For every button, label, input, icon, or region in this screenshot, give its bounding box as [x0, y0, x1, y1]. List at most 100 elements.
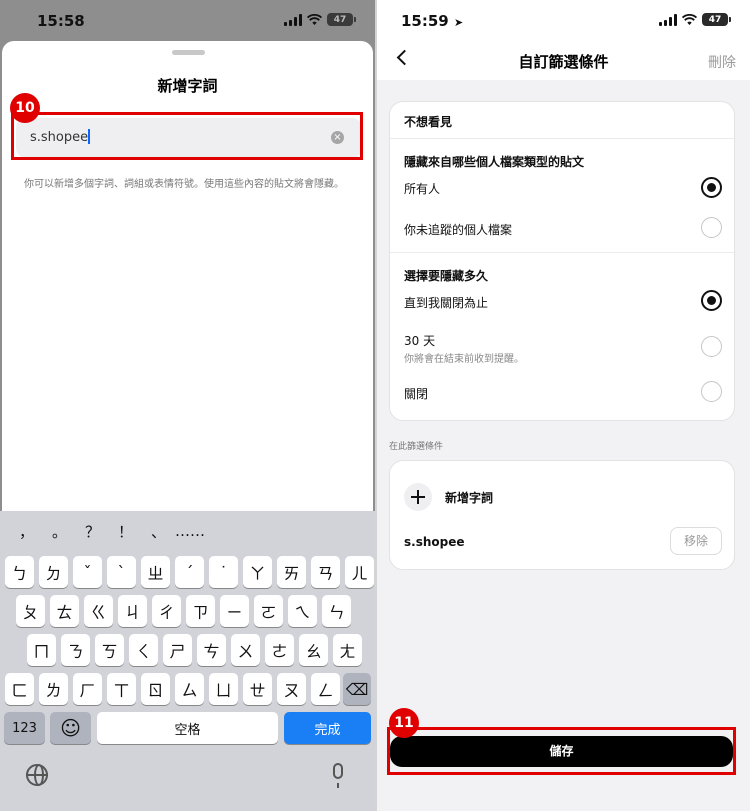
- battery-icon: 47: [702, 13, 731, 26]
- zhuyin-key[interactable]: ㄟ: [288, 595, 317, 627]
- zhuyin-key[interactable]: ㄅ: [5, 556, 34, 588]
- remove-word-button[interactable]: 移除: [670, 527, 722, 555]
- emoji-key[interactable]: ☺: [50, 712, 91, 744]
- zhuyin-key[interactable]: ㄋ: [61, 634, 90, 666]
- zhuyin-key[interactable]: ㄒ: [107, 673, 136, 705]
- candidate-bar: ，。？！、……: [0, 511, 375, 551]
- zhuyin-key[interactable]: ㄑ: [129, 634, 158, 666]
- sheet-grabber[interactable]: [172, 50, 205, 55]
- zhuyin-key[interactable]: ㄕ: [163, 634, 192, 666]
- option-off-label[interactable]: 關閉: [404, 385, 428, 402]
- status-icons: 47: [659, 13, 731, 26]
- option-everyone-label[interactable]: 所有人: [404, 180, 440, 197]
- plus-icon[interactable]: [404, 483, 432, 511]
- status-icons: 47: [284, 13, 356, 26]
- space-key[interactable]: 空格: [97, 712, 278, 744]
- zhuyin-key[interactable]: ㄜ: [265, 634, 294, 666]
- radio-not-following[interactable]: [701, 217, 722, 238]
- zhuyin-key[interactable]: ㄡ: [277, 673, 306, 705]
- zhuyin-key[interactable]: ㄗ: [186, 595, 215, 627]
- candidate-item[interactable]: ？: [76, 521, 109, 542]
- word-entry: s.shopee: [404, 535, 465, 549]
- candidate-item[interactable]: ！: [109, 521, 142, 542]
- zhuyin-key[interactable]: ㄖ: [141, 673, 170, 705]
- status-time: 15:59 ➤: [401, 12, 464, 30]
- radio-30-days[interactable]: [701, 336, 722, 357]
- zhuyin-key[interactable]: ㄐ: [118, 595, 147, 627]
- add-word-button[interactable]: 新增字詞: [445, 489, 493, 506]
- zhuyin-key[interactable]: ㄓ: [141, 556, 170, 588]
- zhuyin-key[interactable]: ˋ: [107, 556, 136, 588]
- delete-key[interactable]: ⌫: [343, 673, 371, 705]
- input-hint: 你可以新增多個字詞、詞組或表情符號。使用這些內容的貼文將會隱藏。: [24, 179, 344, 190]
- zhuyin-key[interactable]: ㄌ: [39, 673, 68, 705]
- microphone-icon[interactable]: [333, 763, 343, 788]
- words-card: 新增字詞 s.shopee 移除: [389, 460, 735, 570]
- zhuyin-key[interactable]: ㄘ: [197, 634, 226, 666]
- zhuyin-key[interactable]: ˙: [209, 556, 238, 588]
- zhuyin-key[interactable]: ㄊ: [50, 595, 79, 627]
- option-until-off-label[interactable]: 直到我關閉為止: [404, 294, 488, 311]
- zhuyin-key[interactable]: ㄩ: [209, 673, 238, 705]
- zhuyin-key[interactable]: ㄞ: [277, 556, 306, 588]
- annotation-badge-11: 11: [389, 708, 419, 738]
- numbers-key[interactable]: 123: [4, 712, 45, 744]
- keyboard-row-4: ㄈㄌㄏㄒㄖㄙㄩㄝㄡㄥ: [5, 673, 345, 705]
- option-30-days-subtext: 你將會在結束前收到提醒。: [404, 354, 524, 365]
- left-phone-screen: 15:58 47 新增字詞 s.shopee × 你可以新增多個字詞、詞組或表情…: [0, 0, 375, 811]
- zhuyin-key[interactable]: ㄈ: [5, 673, 34, 705]
- keyboard-row-3: ㄇㄋㄎㄑㄕㄘㄨㄜㄠㄤ: [27, 634, 367, 666]
- zhuyin-key[interactable]: ˊ: [175, 556, 204, 588]
- candidate-item[interactable]: ……: [175, 522, 235, 540]
- sheet-title: 新增字詞: [157, 77, 218, 95]
- annotation-highlight-save: [387, 727, 736, 775]
- zhuyin-key[interactable]: ㄨ: [231, 634, 260, 666]
- status-bar: 15:58 47: [0, 0, 375, 40]
- zhuyin-key[interactable]: ㄧ: [220, 595, 249, 627]
- filter-options-card: 不想看見 隱藏來自哪些個人檔案類型的貼文 所有人 你未追蹤的個人檔案 選擇要隱藏…: [389, 101, 735, 421]
- option-30-days-label[interactable]: 30 天: [404, 332, 435, 349]
- zhuyin-key[interactable]: ㄤ: [333, 634, 362, 666]
- top-bar: 15:59 ➤ 47 自訂篩選條件 刪除: [377, 0, 750, 80]
- zhuyin-key[interactable]: ㄠ: [299, 634, 328, 666]
- zhuyin-key[interactable]: ㄍ: [84, 595, 113, 627]
- right-phone-screen: 15:59 ➤ 47 自訂篩選條件 刪除 不想看見 隱藏來自哪些個人檔案類型的貼…: [377, 0, 750, 811]
- zhuyin-key[interactable]: ㄛ: [254, 595, 283, 627]
- wifi-icon: [307, 13, 322, 25]
- candidate-item[interactable]: 、: [142, 521, 175, 542]
- keyboard-row-1: ㄅㄉ ˇ ˋ ㄓ ˊ ˙ ㄚㄞㄢㄦ: [5, 556, 375, 588]
- annotation-highlight-input: [11, 112, 363, 160]
- zhuyin-key[interactable]: ㄝ: [243, 673, 272, 705]
- zhuyin-key[interactable]: ㄣ: [322, 595, 351, 627]
- zhuyin-key[interactable]: ㄔ: [152, 595, 181, 627]
- globe-icon[interactable]: [26, 764, 48, 786]
- keyboard-row-2: ㄆㄊㄍㄐㄔㄗㄧㄛㄟㄣ: [16, 595, 356, 627]
- zhuyin-key[interactable]: ㄆ: [16, 595, 45, 627]
- profile-type-section-title: 隱藏來自哪些個人檔案類型的貼文: [404, 155, 585, 169]
- radio-everyone[interactable]: [701, 177, 722, 198]
- zhuyin-key[interactable]: ㄙ: [175, 673, 204, 705]
- zhuyin-key[interactable]: ㄎ: [95, 634, 124, 666]
- annotation-badge-10: 10: [10, 93, 40, 123]
- zhuyin-key[interactable]: ㄏ: [73, 673, 102, 705]
- radio-off[interactable]: [701, 381, 722, 402]
- delete-button[interactable]: 刪除: [708, 52, 736, 72]
- radio-until-off[interactable]: [701, 290, 722, 311]
- zhuyin-key[interactable]: ㄇ: [27, 634, 56, 666]
- zhuyin-key[interactable]: ˇ: [73, 556, 102, 588]
- zhuyin-key[interactable]: ㄢ: [311, 556, 340, 588]
- card-header: 不想看見: [404, 115, 453, 129]
- location-arrow-icon: ➤: [453, 16, 464, 29]
- done-key[interactable]: 完成: [284, 712, 371, 744]
- zhuyin-key[interactable]: ㄥ: [311, 673, 340, 705]
- zhuyin-key[interactable]: ㄉ: [39, 556, 68, 588]
- page-title: 自訂篩選條件: [518, 53, 609, 71]
- zhuyin-key[interactable]: ㄚ: [243, 556, 272, 588]
- zhuyin-key[interactable]: ㄦ: [345, 556, 374, 588]
- duration-section-title: 選擇要隱藏多久: [404, 269, 489, 283]
- candidate-item[interactable]: 。: [43, 521, 76, 542]
- candidate-item[interactable]: ，: [10, 521, 43, 542]
- option-not-following-label[interactable]: 你未追蹤的個人檔案: [404, 221, 512, 238]
- battery-icon: 47: [327, 13, 356, 26]
- cellular-signal-icon: [659, 13, 677, 26]
